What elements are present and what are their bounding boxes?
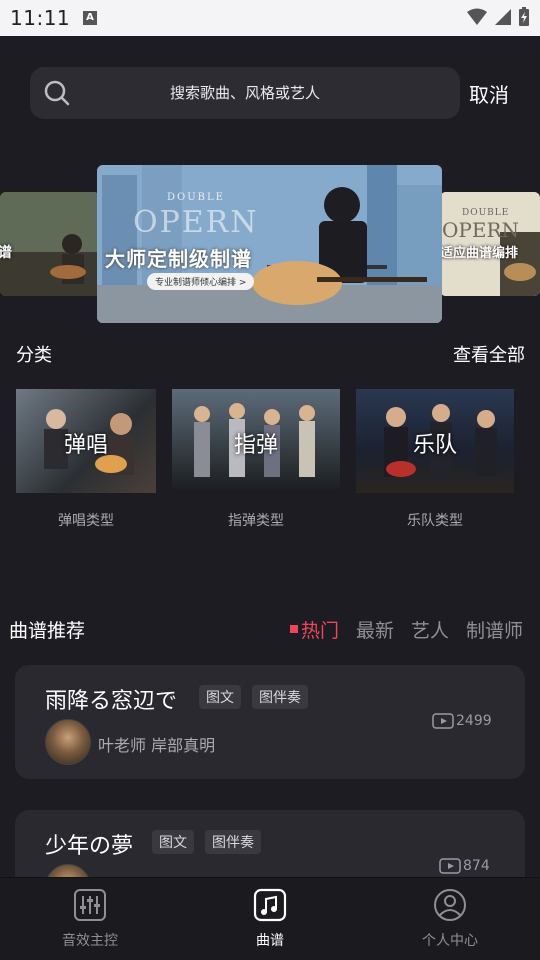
cancel-button[interactable]: 取消	[469, 79, 509, 108]
category-caption: 弹唱类型	[58, 513, 114, 529]
play-count: 874	[439, 858, 490, 874]
see-all-link[interactable]: 查看全部	[453, 341, 525, 367]
play-count-value: 2499	[456, 713, 492, 729]
category-caption: 指弹类型	[228, 513, 284, 529]
song-author: 叶老师 岸部真明	[98, 736, 216, 755]
profile-icon	[434, 889, 466, 921]
status-icons	[466, 7, 530, 27]
nav-label: 曲谱	[256, 933, 284, 949]
tab-hot[interactable]: 热门	[290, 616, 339, 643]
banner-right-brand-small: DOUBLE	[462, 208, 510, 218]
banner-main-title: 大师定制级制谱	[105, 247, 252, 271]
wifi-icon	[467, 8, 487, 25]
banner-main-brand-small: DOUBLE	[167, 192, 225, 203]
avatar	[45, 719, 91, 765]
banner-main[interactable]: DOUBLE OPERN 大师定制级制谱 专业制谱师倾心编排 >	[97, 165, 442, 323]
tab-artist[interactable]: 艺人	[411, 616, 449, 643]
banner-right-title: 适应曲谱编排	[440, 246, 519, 261]
play-count: 2499	[432, 713, 492, 729]
mixer-icon	[74, 889, 106, 921]
category-card-strum[interactable]: 弹唱	[16, 389, 156, 493]
notification-icon: A	[83, 11, 97, 25]
category-card-band[interactable]: 乐队	[356, 389, 514, 493]
category-label: 乐队	[412, 433, 457, 458]
play-icon	[439, 858, 461, 874]
search-placeholder: 搜索歌曲、风格或艺人	[169, 84, 320, 102]
music-score-icon	[253, 888, 287, 922]
tab-latest[interactable]: 最新	[356, 616, 394, 643]
tab-label: 热门	[301, 620, 340, 642]
battery-icon	[519, 7, 529, 26]
category-title: 分类	[16, 345, 52, 366]
song-title: 雨降る窓辺で	[45, 689, 178, 714]
status-bar: 11:11 A	[0, 0, 540, 36]
nav-item-sound-master[interactable]: 音效主控	[30, 888, 150, 950]
play-icon	[432, 713, 454, 729]
status-time: 11:11	[10, 6, 71, 30]
category-label: 弹唱	[63, 433, 108, 458]
banner-right-brand: OPERN	[442, 218, 520, 242]
category-card-fingerstyle[interactable]: 指弹	[172, 389, 340, 493]
song-card[interactable]: 雨降る窓辺で 图文 图伴奏 叶老师 岸部真明 2499	[15, 665, 525, 779]
bottom-nav: 音效主控 曲谱 个人中心	[0, 877, 540, 960]
recommend-title: 曲谱推荐	[9, 620, 86, 642]
tag-image-text: 图文	[152, 830, 194, 854]
nav-item-score[interactable]: 曲谱	[210, 888, 330, 950]
banner-left-scene	[0, 192, 100, 296]
play-count-value: 874	[463, 858, 490, 874]
category-label: 指弹	[233, 433, 278, 458]
signal-icon	[495, 9, 511, 25]
nav-item-profile[interactable]: 个人中心	[390, 888, 510, 950]
search-input[interactable]: 搜索歌曲、风格或艺人	[30, 67, 460, 119]
song-title: 少年の夢	[45, 834, 134, 859]
banner-main-brand: OPERN	[133, 205, 259, 240]
tab-arranger[interactable]: 制谱师	[466, 616, 523, 643]
banner-left-title: 谱	[0, 245, 12, 261]
tag-image-text: 图文	[199, 685, 241, 709]
banner-left[interactable]: 谱	[0, 192, 100, 296]
tag-accompaniment: 图伴奏	[252, 685, 308, 709]
banner-main-subtitle: 专业制谱师倾心编排 >	[147, 273, 255, 290]
active-dot-icon	[290, 625, 298, 633]
banner-right[interactable]: DOUBLE OPERN 适应曲谱编排	[440, 192, 540, 296]
nav-label: 音效主控	[62, 933, 118, 949]
category-caption: 乐队类型	[407, 513, 463, 529]
nav-label: 个人中心	[422, 933, 478, 949]
recommend-tabs: 热门 最新 艺人 制谱师	[290, 616, 523, 643]
tag-accompaniment: 图伴奏	[205, 830, 261, 854]
